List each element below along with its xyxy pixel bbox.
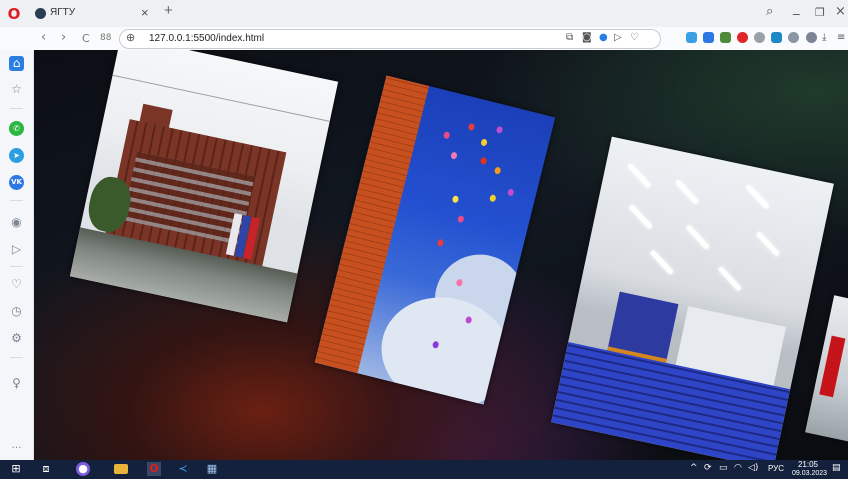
tray-battery-icon[interactable]: ▭ — [719, 463, 728, 473]
ceiling-lamp — [755, 231, 780, 257]
sidebar-divider — [10, 266, 23, 267]
vk-icon[interactable]: VK — [9, 175, 24, 190]
language-indicator[interactable]: РУС — [768, 464, 784, 473]
extensions-icon[interactable] — [788, 32, 799, 43]
whatsapp-icon[interactable]: ✆ — [9, 121, 24, 136]
extension-2-icon[interactable] — [703, 32, 714, 43]
tray-chevron-icon[interactable]: ^ — [690, 463, 698, 473]
ceiling-lamp — [649, 249, 674, 275]
history-icon[interactable]: ◷ — [9, 304, 24, 319]
ceiling-lamp — [717, 266, 742, 292]
favicon-icon — [35, 8, 46, 19]
photo-balloons-sky[interactable] — [314, 75, 556, 405]
easy-setup-icon[interactable]: ≡ — [837, 32, 845, 43]
alice-icon[interactable]: ● — [76, 462, 90, 476]
opera-logo-icon[interactable]: O — [6, 6, 22, 22]
balloon — [495, 125, 504, 134]
new-tab-button[interactable]: + — [164, 2, 173, 19]
clock-date[interactable]: 09.03.2023 — [792, 469, 827, 478]
balloon — [436, 238, 445, 248]
reload-button[interactable]: C — [82, 32, 90, 45]
heart-icon[interactable]: ♡ — [9, 277, 24, 292]
sidebar-divider — [10, 357, 23, 358]
balloon — [442, 131, 451, 140]
profile-icon[interactable] — [806, 32, 817, 43]
bookmark-heart-icon[interactable]: ♡ — [630, 32, 639, 43]
balloon — [489, 194, 497, 203]
extension-5-icon[interactable] — [754, 32, 765, 43]
restore-button[interactable]: ❐ — [815, 6, 825, 19]
bulb-icon[interactable]: ♀ — [9, 376, 24, 391]
back-button[interactable]: ‹ — [41, 30, 46, 45]
image-viewer-icon[interactable]: ▦ — [205, 462, 219, 476]
photo-partial[interactable] — [805, 295, 848, 445]
notifications-icon[interactable]: ▤ — [832, 463, 841, 473]
ceiling-lamp — [685, 224, 710, 250]
ceiling-lamp — [674, 179, 700, 205]
balloon — [479, 156, 488, 166]
more-icon[interactable]: … — [9, 438, 24, 453]
close-window-button[interactable]: × — [835, 4, 846, 19]
task-view-icon[interactable]: ⧈ — [39, 462, 53, 476]
red-panel — [819, 335, 846, 398]
send-page-icon[interactable]: ▷ — [614, 32, 622, 43]
tab-search-icon[interactable]: ⌕ — [766, 4, 773, 19]
tab-active[interactable]: ЯГТУ × — [31, 4, 163, 24]
tray-network-icon[interactable]: ◠ — [734, 463, 742, 473]
send-icon[interactable]: ▷ — [9, 242, 24, 257]
photo-lecture-hall[interactable] — [551, 136, 834, 460]
balloon — [507, 188, 515, 197]
player-icon[interactable]: ◉ — [9, 215, 24, 230]
address-bar[interactable]: ⊕ 127.0.0.1:5500/index.html ⧉ ◙ ● ▷ ♡ — [119, 29, 661, 49]
star-icon[interactable]: ☆ — [9, 82, 24, 97]
sidebar: ⌂ ☆ ✆ ➤ VK ◉ ▷ ♡ ◷ ⚙ ♀ … — [0, 50, 34, 460]
balloon — [451, 195, 460, 204]
ceiling-lamp — [627, 162, 652, 189]
forward-button[interactable]: › — [61, 30, 66, 45]
extension-3-icon[interactable] — [720, 32, 731, 43]
vpn-icon[interactable]: ● — [599, 32, 608, 43]
windows-start-icon[interactable]: ⊞ — [9, 462, 23, 476]
tab-close-button[interactable]: × — [141, 5, 149, 20]
file-explorer-icon[interactable] — [114, 464, 128, 474]
minimize-button[interactable]: _ — [793, 1, 800, 16]
snapshot-icon[interactable]: ◙ — [582, 32, 592, 43]
clock-time[interactable]: 21:05 — [792, 460, 824, 469]
settings-icon[interactable]: ⚙ — [9, 331, 24, 346]
tab-bar: O ЯГТУ × + ⌕ _ ❐ × — [0, 0, 848, 27]
balloon — [467, 122, 476, 132]
download-icon[interactable]: ⤓ — [822, 32, 826, 43]
ceiling-lamp — [745, 184, 770, 210]
page-content — [34, 50, 848, 460]
adblock-icon[interactable] — [737, 32, 748, 43]
url-text[interactable]: 127.0.0.1:5500/index.html — [149, 33, 264, 44]
balloon — [480, 138, 488, 147]
speed-dial-button[interactable]: 88 — [100, 33, 111, 43]
balloon — [450, 151, 458, 160]
photo-university-building[interactable] — [69, 50, 339, 323]
telegram-icon[interactable]: ➤ — [9, 148, 24, 163]
sidebar-divider — [10, 200, 23, 201]
globe-icon: ⊕ — [126, 32, 136, 44]
extension-6-icon[interactable] — [771, 32, 782, 43]
balloon — [457, 215, 465, 224]
opera-taskbar-icon[interactable]: O — [147, 462, 161, 476]
extension-1-icon[interactable] — [686, 32, 697, 43]
toolbar: ‹ › C 88 ⊕ 127.0.0.1:5500/index.html ⧉ ◙… — [0, 27, 848, 51]
tab-title: ЯГТУ — [50, 7, 76, 18]
vscode-icon[interactable]: ≺ — [176, 462, 190, 476]
tray-volume-icon[interactable]: ◁) — [748, 463, 758, 473]
ceiling-lamp — [628, 204, 653, 230]
balloon — [493, 166, 502, 175]
tray-sync-icon[interactable]: ⟳ — [704, 463, 712, 473]
home-icon[interactable]: ⌂ — [9, 56, 24, 71]
sidebar-divider — [10, 108, 23, 109]
taskbar: ⊞ ⧈ ● O ≺ ▦ ^ ⟳ ▭ ◠ ◁) РУС 21:05 09.03.2… — [0, 460, 848, 479]
share-icon[interactable]: ⧉ — [566, 32, 573, 43]
